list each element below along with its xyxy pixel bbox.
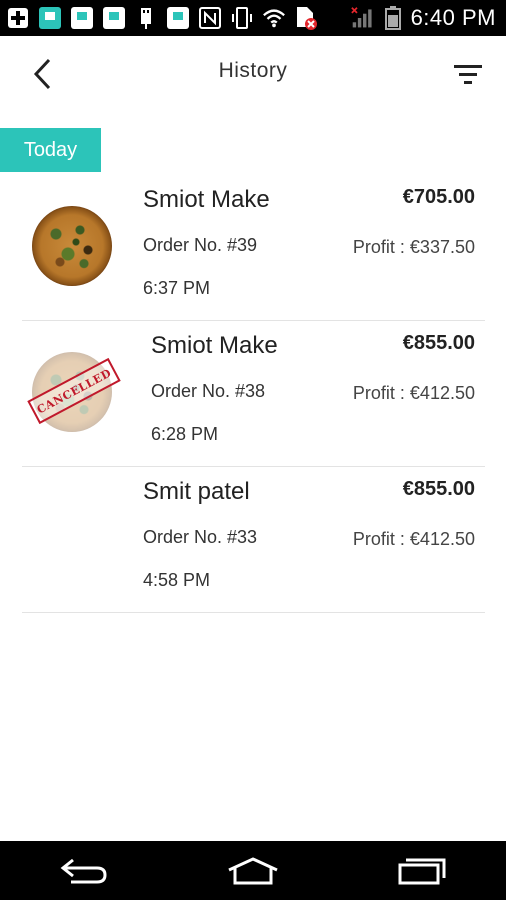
page-title: History xyxy=(218,59,288,82)
order-list-item[interactable]: CANCELLED Smiot Make Order No. #38 6:28 … xyxy=(22,320,485,467)
customer-name: Smit patel xyxy=(143,478,250,505)
order-time: 4:58 PM xyxy=(143,570,211,590)
usb-icon xyxy=(134,6,158,30)
nav-recents-button[interactable] xyxy=(392,851,452,891)
order-number: Order No. #39 xyxy=(143,235,258,255)
section-today: Today xyxy=(0,128,101,172)
customer-name: Smiot Make xyxy=(143,186,270,213)
order-number: Order No. #33 xyxy=(143,527,258,547)
order-time: 6:28 PM xyxy=(151,424,219,444)
system-nav-bar xyxy=(0,841,506,900)
order-number: Order No. #38 xyxy=(151,381,266,401)
sim-error-icon xyxy=(294,6,318,30)
recents-icon xyxy=(398,858,446,884)
app-icon xyxy=(38,6,62,30)
order-amount: €705.00 xyxy=(402,186,475,208)
order-list-item[interactable]: Smit patel Order No. #33 4:58 PM €855.00… xyxy=(22,466,485,613)
order-profit: Profit : €337.50 xyxy=(352,237,475,257)
order-profit: Profit : €412.50 xyxy=(352,383,475,403)
order-time: 6:37 PM xyxy=(143,278,211,298)
order-list-item[interactable]: Smiot Make Order No. #39 6:37 PM €705.00… xyxy=(22,174,485,321)
status-time: 6:40 PM xyxy=(410,5,496,30)
nfc-icon xyxy=(198,6,222,30)
customer-name: Smiot Make xyxy=(151,332,278,359)
order-profit: Profit : €412.50 xyxy=(352,529,475,549)
home-icon xyxy=(228,856,278,884)
order-amount: €855.00 xyxy=(402,332,475,354)
pizza-thumbnail xyxy=(32,206,112,286)
vibrate-icon xyxy=(230,6,254,30)
wifi-icon xyxy=(262,6,286,30)
cancelled-pizza-thumbnail: CANCELLED xyxy=(27,352,121,432)
order-amount: €855.00 xyxy=(402,478,475,500)
app-icon xyxy=(102,6,126,30)
plus-icon xyxy=(6,6,30,30)
battery-icon xyxy=(381,6,405,30)
nav-home-button[interactable] xyxy=(223,851,283,891)
signal-icon xyxy=(350,6,375,30)
app-icon xyxy=(70,6,94,30)
status-bar: 6:40 PM xyxy=(0,0,506,36)
nav-back-button[interactable] xyxy=(54,851,114,891)
back-icon xyxy=(60,858,107,883)
app-icon xyxy=(166,6,190,30)
app-header: History xyxy=(0,36,506,112)
filter-icon xyxy=(454,65,482,84)
filter-button[interactable] xyxy=(450,56,486,92)
